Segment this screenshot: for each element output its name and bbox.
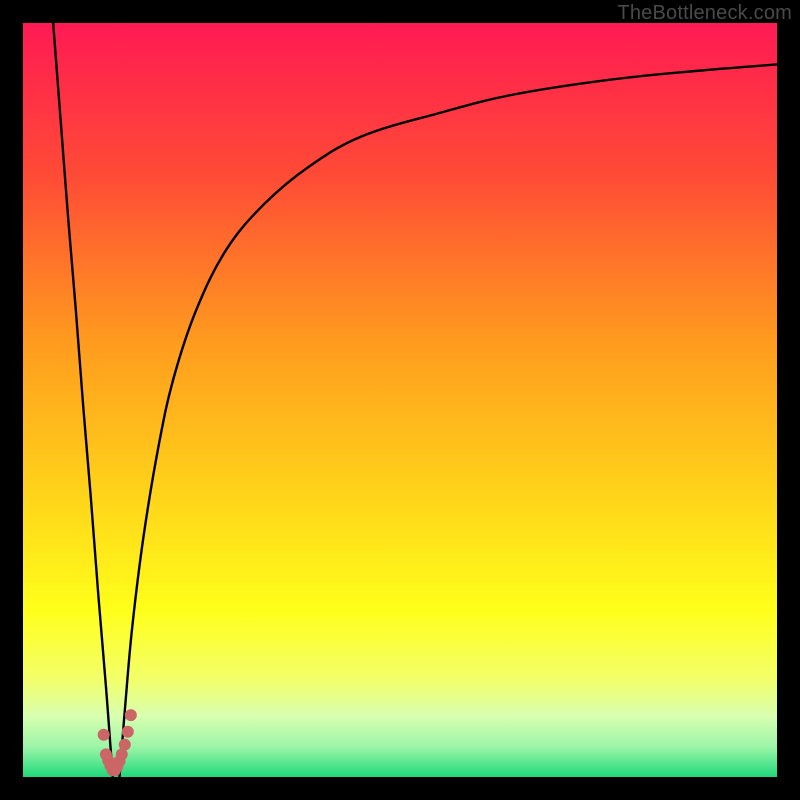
- chart-frame: [23, 23, 777, 777]
- bottleneck-chart: [23, 23, 777, 777]
- data-point: [125, 709, 137, 721]
- data-point: [122, 726, 134, 738]
- data-point: [119, 739, 131, 751]
- data-point: [98, 729, 110, 741]
- watermark-label: TheBottleneck.com: [617, 2, 792, 25]
- gradient-background: [23, 23, 777, 777]
